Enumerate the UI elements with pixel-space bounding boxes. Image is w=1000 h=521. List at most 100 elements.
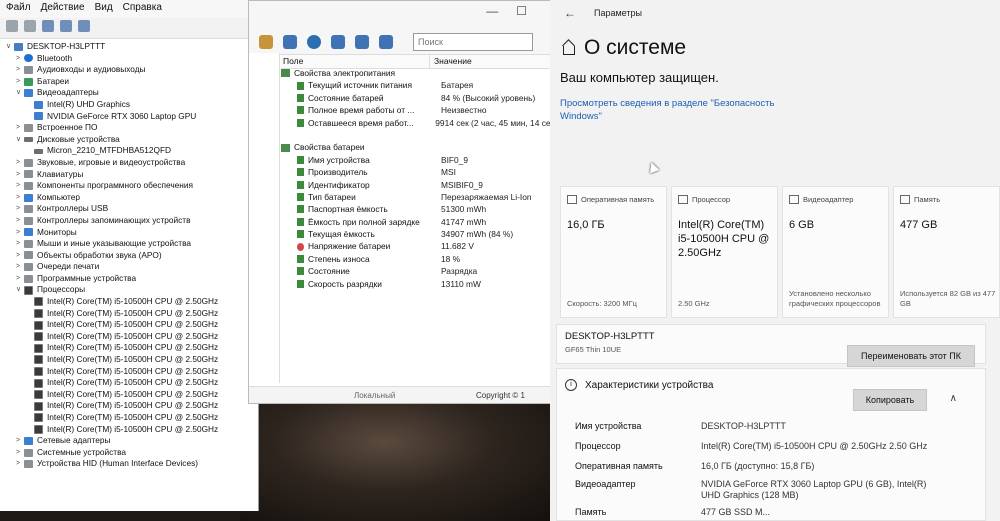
property-row[interactable] <box>281 129 557 141</box>
chevron-right-icon[interactable]: > <box>16 157 24 169</box>
tree-item[interactable]: Intel(R) Core(TM) i5-10500H CPU @ 2.50GH… <box>6 366 258 378</box>
property-row[interactable]: Степень износа 18 % <box>281 253 557 265</box>
chevron-right-icon[interactable]: > <box>16 261 24 273</box>
tree-item[interactable]: > Системные устройства <box>6 447 258 459</box>
monitor-icon[interactable] <box>78 20 90 32</box>
tree-item[interactable]: Intel(R) Core(TM) i5-10500H CPU @ 2.50GH… <box>6 400 258 412</box>
tree-item[interactable]: > Аудиовходы и аудиовыходы <box>6 64 258 76</box>
property-row[interactable]: Напряжение батареи 11.682 V <box>281 240 557 252</box>
tree-item[interactable]: > Объекты обработки звука (APO) <box>6 250 258 262</box>
chevron-down-icon[interactable]: ∨ <box>16 284 24 296</box>
chevron-right-icon[interactable]: > <box>16 447 24 459</box>
property-row[interactable]: Скорость разрядки 13110 mW <box>281 278 557 290</box>
tree-item[interactable]: > Звуковые, игровые и видеоустройства <box>6 157 258 169</box>
property-row[interactable]: Ёмкость при полной зарядке 41747 mWh <box>281 216 557 228</box>
tree-item[interactable]: Intel(R) Core(TM) i5-10500H CPU @ 2.50GH… <box>6 296 258 308</box>
tree-item[interactable]: > Мониторы <box>6 227 258 239</box>
tree-item[interactable]: Intel(R) Core(TM) i5-10500H CPU @ 2.50GH… <box>6 412 258 424</box>
chevron-right-icon[interactable]: > <box>16 250 24 262</box>
tree-item[interactable]: ∨ Видеоадаптеры <box>6 87 258 99</box>
property-row[interactable]: Текущая ёмкость 34907 mWh (84 %) <box>281 228 557 240</box>
back-icon[interactable] <box>6 20 18 32</box>
chevron-right-icon[interactable]: > <box>16 76 24 88</box>
menu-help[interactable]: Справка <box>123 2 162 16</box>
property-row[interactable]: Идентификатор MSIBIF0_9 <box>281 179 557 191</box>
tree-item[interactable]: > Компоненты программного обеспечения <box>6 180 258 192</box>
chevron-down-icon[interactable]: ∨ <box>16 87 24 99</box>
chevron-right-icon[interactable]: > <box>16 192 24 204</box>
property-row[interactable]: Состояние батарей 84 % (Высокий уровень) <box>281 92 557 104</box>
chevron-right-icon[interactable]: > <box>16 180 24 192</box>
property-row[interactable]: Производитель MSI <box>281 166 557 178</box>
property-row[interactable]: Полное время работы от ... Неизвестно <box>281 104 557 116</box>
property-row[interactable]: Состояние Разрядка <box>281 265 557 277</box>
tree-item[interactable]: Intel(R) Core(TM) i5-10500H CPU @ 2.50GH… <box>6 342 258 354</box>
folder-icon[interactable] <box>259 35 273 49</box>
globe-icon[interactable] <box>307 35 321 49</box>
tree-item[interactable]: Intel(R) Core(TM) i5-10500H CPU @ 2.50GH… <box>6 389 258 401</box>
property-row[interactable]: Тип батареи Перезаряжаемая Li-Ion <box>281 191 557 203</box>
tree-item[interactable]: > Устройства HID (Human Interface Devices… <box>6 458 258 470</box>
property-group[interactable]: Свойства батареи <box>281 141 557 153</box>
tree-item[interactable]: Intel(R) Core(TM) i5-10500H CPU @ 2.50GH… <box>6 319 258 331</box>
tree-item[interactable]: > Bluetooth <box>6 53 258 65</box>
property-row[interactable]: Имя устройства BIF0_9 <box>281 154 557 166</box>
tree-item[interactable]: Intel(R) Core(TM) i5-10500H CPU @ 2.50GH… <box>6 331 258 343</box>
tree-item[interactable]: Intel(R) Core(TM) i5-10500H CPU @ 2.50GH… <box>6 424 258 436</box>
database-icon[interactable] <box>331 35 345 49</box>
tree-item[interactable]: > Контроллеры запоминающих устройств <box>6 215 258 227</box>
tree-item[interactable]: Intel(R) Core(TM) i5-10500H CPU @ 2.50GH… <box>6 308 258 320</box>
chevron-right-icon[interactable]: > <box>16 64 24 76</box>
property-row[interactable]: Оставшееся время работ... 9914 сек (2 час… <box>281 117 557 129</box>
tree-item[interactable]: > Мыши и иные указывающие устройства <box>6 238 258 250</box>
property-row[interactable]: Текущий источник питания Батарея <box>281 79 557 91</box>
tree-item[interactable]: > Программные устройства <box>6 273 258 285</box>
tree-item[interactable]: > Батареи <box>6 76 258 88</box>
menu-file[interactable]: Файл <box>6 2 31 16</box>
tree-item[interactable]: > Компьютер <box>6 192 258 204</box>
tree-item[interactable]: > Встроенное ПО <box>6 122 258 134</box>
property-group[interactable]: Свойства электропитания <box>281 67 557 79</box>
chevron-right-icon[interactable]: > <box>16 458 24 470</box>
rename-pc-button[interactable]: Переименовать этот ПК <box>847 345 975 367</box>
tree-item[interactable]: Micron_2210_MTFDHBA512QFD <box>6 145 258 157</box>
chevron-right-icon[interactable]: > <box>16 53 24 65</box>
tree-item[interactable]: Intel(R) UHD Graphics <box>6 99 258 111</box>
chevron-right-icon[interactable]: > <box>16 122 24 134</box>
chevron-right-icon[interactable]: > <box>16 273 24 285</box>
minimize-icon[interactable]: — <box>486 4 498 30</box>
chevron-down-icon[interactable]: ∨ <box>16 134 24 146</box>
help-icon[interactable] <box>60 20 72 32</box>
security-link[interactable]: Просмотреть сведения в разделе "Безопасн… <box>560 97 790 123</box>
search-input[interactable] <box>413 33 533 51</box>
tree-item[interactable]: > Клавиатуры <box>6 169 258 181</box>
user-icon[interactable] <box>283 35 297 49</box>
chevron-right-icon[interactable]: > <box>16 169 24 181</box>
forward-icon[interactable] <box>24 20 36 32</box>
tree-item[interactable]: ∨ DESKTOP-H3LPTTT <box>6 41 258 53</box>
list-icon[interactable] <box>379 35 393 49</box>
back-arrow-icon[interactable]: ← <box>564 6 576 20</box>
properties-icon[interactable] <box>42 20 54 32</box>
chevron-down-icon[interactable]: ∨ <box>6 41 14 53</box>
chevron-right-icon[interactable]: > <box>16 238 24 250</box>
chevron-right-icon[interactable]: > <box>16 227 24 239</box>
tree-item[interactable]: > Сетевые адаптеры <box>6 435 258 447</box>
tree-item[interactable]: Intel(R) Core(TM) i5-10500H CPU @ 2.50GH… <box>6 354 258 366</box>
menu-view[interactable]: Вид <box>95 2 113 16</box>
tree-item[interactable]: > Очереди печати <box>6 261 258 273</box>
tree-item[interactable]: ∨ Процессоры <box>6 284 258 296</box>
tree-item[interactable]: NVIDIA GeForce RTX 3060 Laptop GPU <box>6 111 258 123</box>
chevron-right-icon[interactable]: > <box>16 215 24 227</box>
property-row[interactable]: Паспортная ёмкость 51300 mWh <box>281 203 557 215</box>
tree-item[interactable]: ∨ Дисковые устройства <box>6 134 258 146</box>
chevron-up-icon[interactable]: ∧ <box>950 393 957 404</box>
report-icon[interactable] <box>355 35 369 49</box>
tree-item[interactable]: Intel(R) Core(TM) i5-10500H CPU @ 2.50GH… <box>6 377 258 389</box>
menu-action[interactable]: Действие <box>41 2 85 16</box>
specs-header[interactable]: i Характеристики устройства <box>565 379 713 391</box>
copy-button[interactable]: Копировать <box>853 389 927 411</box>
chevron-right-icon[interactable]: > <box>16 435 24 447</box>
chevron-right-icon[interactable]: > <box>16 203 24 215</box>
tree-item[interactable]: > Контроллеры USB <box>6 203 258 215</box>
